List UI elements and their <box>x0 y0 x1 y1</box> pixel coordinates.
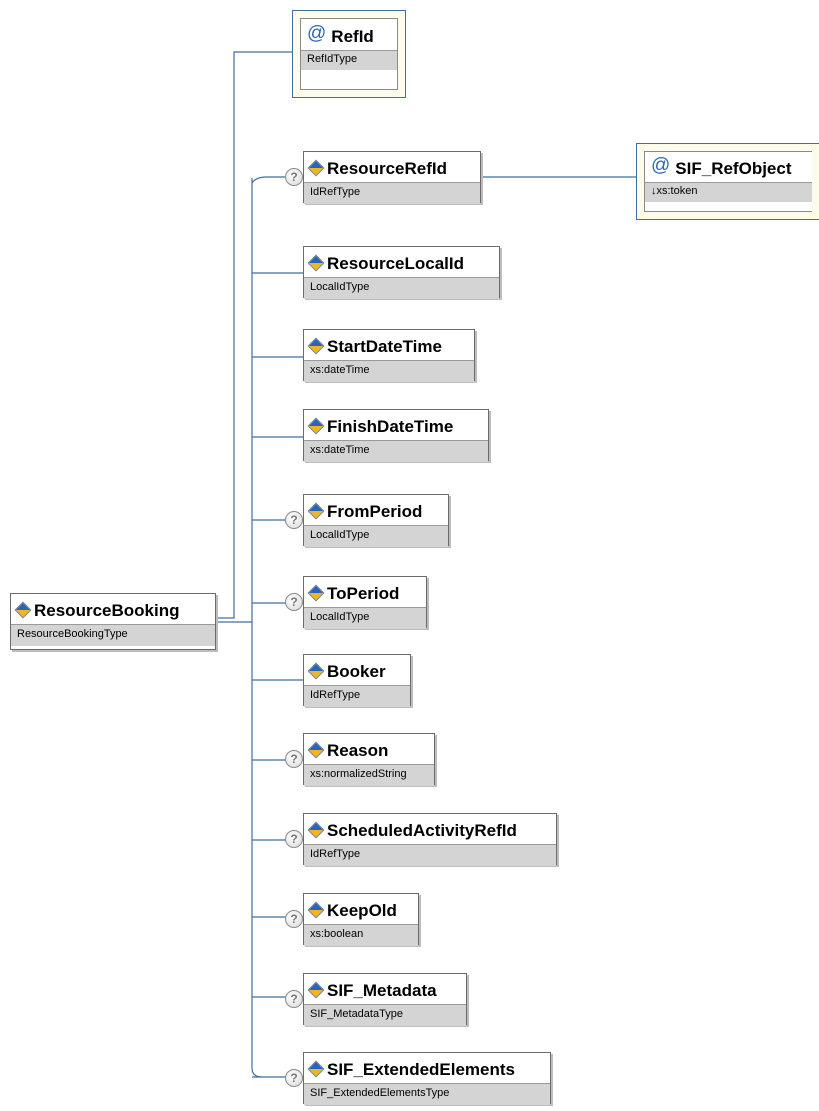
child-element-name: Reason <box>327 741 389 760</box>
child-element-title: Booker <box>304 655 410 685</box>
child-element-name: ScheduledActivityRefId <box>327 821 517 840</box>
child-element-node[interactable]: KeepOld xs:boolean <box>303 893 419 946</box>
child-element-type: xs:dateTime <box>304 360 474 382</box>
child-element-title: FinishDateTime <box>304 410 488 440</box>
child-element-title: ScheduledActivityRefId <box>304 814 556 844</box>
child-element-node[interactable]: Reason xs:normalizedString <box>303 733 435 786</box>
child-element-node[interactable]: StartDateTime xs:dateTime <box>303 329 475 382</box>
optional-question-icon: ? <box>285 830 303 848</box>
child-element-type: LocalIdType <box>304 525 448 547</box>
child-element-name: ResourceLocalId <box>327 254 464 273</box>
child-element-node[interactable]: ScheduledActivityRefId IdRefType <box>303 813 557 866</box>
root-element-title: ResourceBooking <box>11 594 215 624</box>
attribute-at-icon: @ <box>307 22 327 44</box>
attribute-title: @ RefId <box>301 19 397 50</box>
child-element-node[interactable]: ResourceLocalId LocalIdType <box>303 246 500 299</box>
element-diamond-icon <box>307 584 325 602</box>
child-element-name: StartDateTime <box>327 337 442 356</box>
child-element-node[interactable]: SIF_ExtendedElements SIF_ExtendedElements… <box>303 1052 551 1105</box>
child-element-type: LocalIdType <box>304 607 426 629</box>
element-diamond-icon <box>307 254 325 272</box>
attribute-type: ↓xs:token <box>645 182 812 202</box>
child-element-type: LocalIdType <box>304 277 499 299</box>
child-element-name: SIF_Metadata <box>327 981 437 1000</box>
child-element-title: ToPeriod <box>304 577 426 607</box>
child-element-type: SIF_ExtendedElementsType <box>304 1083 550 1105</box>
element-diamond-icon <box>307 821 325 839</box>
attribute-at-icon: @ <box>651 155 671 176</box>
element-diamond-icon <box>307 159 325 177</box>
child-element-title: ResourceRefId <box>304 152 480 182</box>
element-diamond-icon <box>307 741 325 759</box>
child-element-type: xs:boolean <box>304 924 418 946</box>
element-diamond-icon <box>307 1060 325 1078</box>
child-element-title: SIF_Metadata <box>304 974 466 1004</box>
attribute-name: SIF_RefObject <box>675 159 792 178</box>
attribute-type: RefIdType <box>301 50 397 70</box>
child-element-title: Reason <box>304 734 434 764</box>
child-element-node[interactable]: FinishDateTime xs:dateTime <box>303 409 489 462</box>
child-element-type: IdRefType <box>304 685 410 707</box>
optional-question-icon: ? <box>285 910 303 928</box>
root-element-node[interactable]: ResourceBooking ResourceBookingType <box>10 593 216 650</box>
child-element-name: ToPeriod <box>327 584 400 603</box>
child-element-title: FromPeriod <box>304 495 448 525</box>
child-element-title: SIF_ExtendedElements <box>304 1053 550 1083</box>
child-element-type: IdRefType <box>304 182 480 204</box>
element-diamond-icon <box>307 901 325 919</box>
child-element-node[interactable]: SIF_Metadata SIF_MetadataType <box>303 973 467 1026</box>
connector-root-to-refid <box>216 51 292 619</box>
child-element-node[interactable]: Booker IdRefType <box>303 654 411 707</box>
child-element-type: IdRefType <box>304 844 556 866</box>
attribute-node-sif-refobject[interactable]: @ SIF_RefObject ↓xs:token <box>636 143 819 220</box>
child-element-name: KeepOld <box>327 901 397 920</box>
optional-question-icon: ? <box>285 511 303 529</box>
child-element-type: xs:dateTime <box>304 440 488 462</box>
child-element-title: KeepOld <box>304 894 418 924</box>
root-element-type: ResourceBookingType <box>11 624 215 646</box>
child-element-name: FinishDateTime <box>327 417 454 436</box>
element-diamond-icon <box>307 502 325 520</box>
child-element-name: FromPeriod <box>327 502 423 521</box>
child-element-name: SIF_ExtendedElements <box>327 1060 516 1079</box>
attribute-title: @ SIF_RefObject <box>645 152 812 182</box>
element-diamond-icon <box>307 417 325 435</box>
child-element-name: ResourceRefId <box>327 159 447 178</box>
element-diamond-icon <box>307 662 325 680</box>
optional-question-icon: ? <box>285 593 303 611</box>
optional-question-icon: ? <box>285 750 303 768</box>
optional-question-icon: ? <box>285 1069 303 1087</box>
child-element-type: SIF_MetadataType <box>304 1004 466 1026</box>
connector-trunk-bottom <box>251 797 263 1078</box>
element-diamond-icon <box>307 337 325 355</box>
element-diamond-icon <box>307 981 325 999</box>
child-element-node[interactable]: FromPeriod LocalIdType <box>303 494 449 547</box>
child-element-type: xs:normalizedString <box>304 764 434 786</box>
child-element-node[interactable]: ResourceRefId IdRefType <box>303 151 481 204</box>
child-element-title: ResourceLocalId <box>304 247 499 277</box>
child-element-node[interactable]: ToPeriod LocalIdType <box>303 576 427 629</box>
child-element-name: Booker <box>327 662 386 681</box>
attribute-node-refid[interactable]: @ RefId RefIdType <box>292 10 406 98</box>
child-element-title: StartDateTime <box>304 330 474 360</box>
optional-question-icon: ? <box>285 168 303 186</box>
optional-question-icon: ? <box>285 990 303 1008</box>
root-element-name: ResourceBooking <box>34 601 180 620</box>
element-diamond-icon <box>14 601 32 619</box>
attribute-name: RefId <box>331 26 374 46</box>
